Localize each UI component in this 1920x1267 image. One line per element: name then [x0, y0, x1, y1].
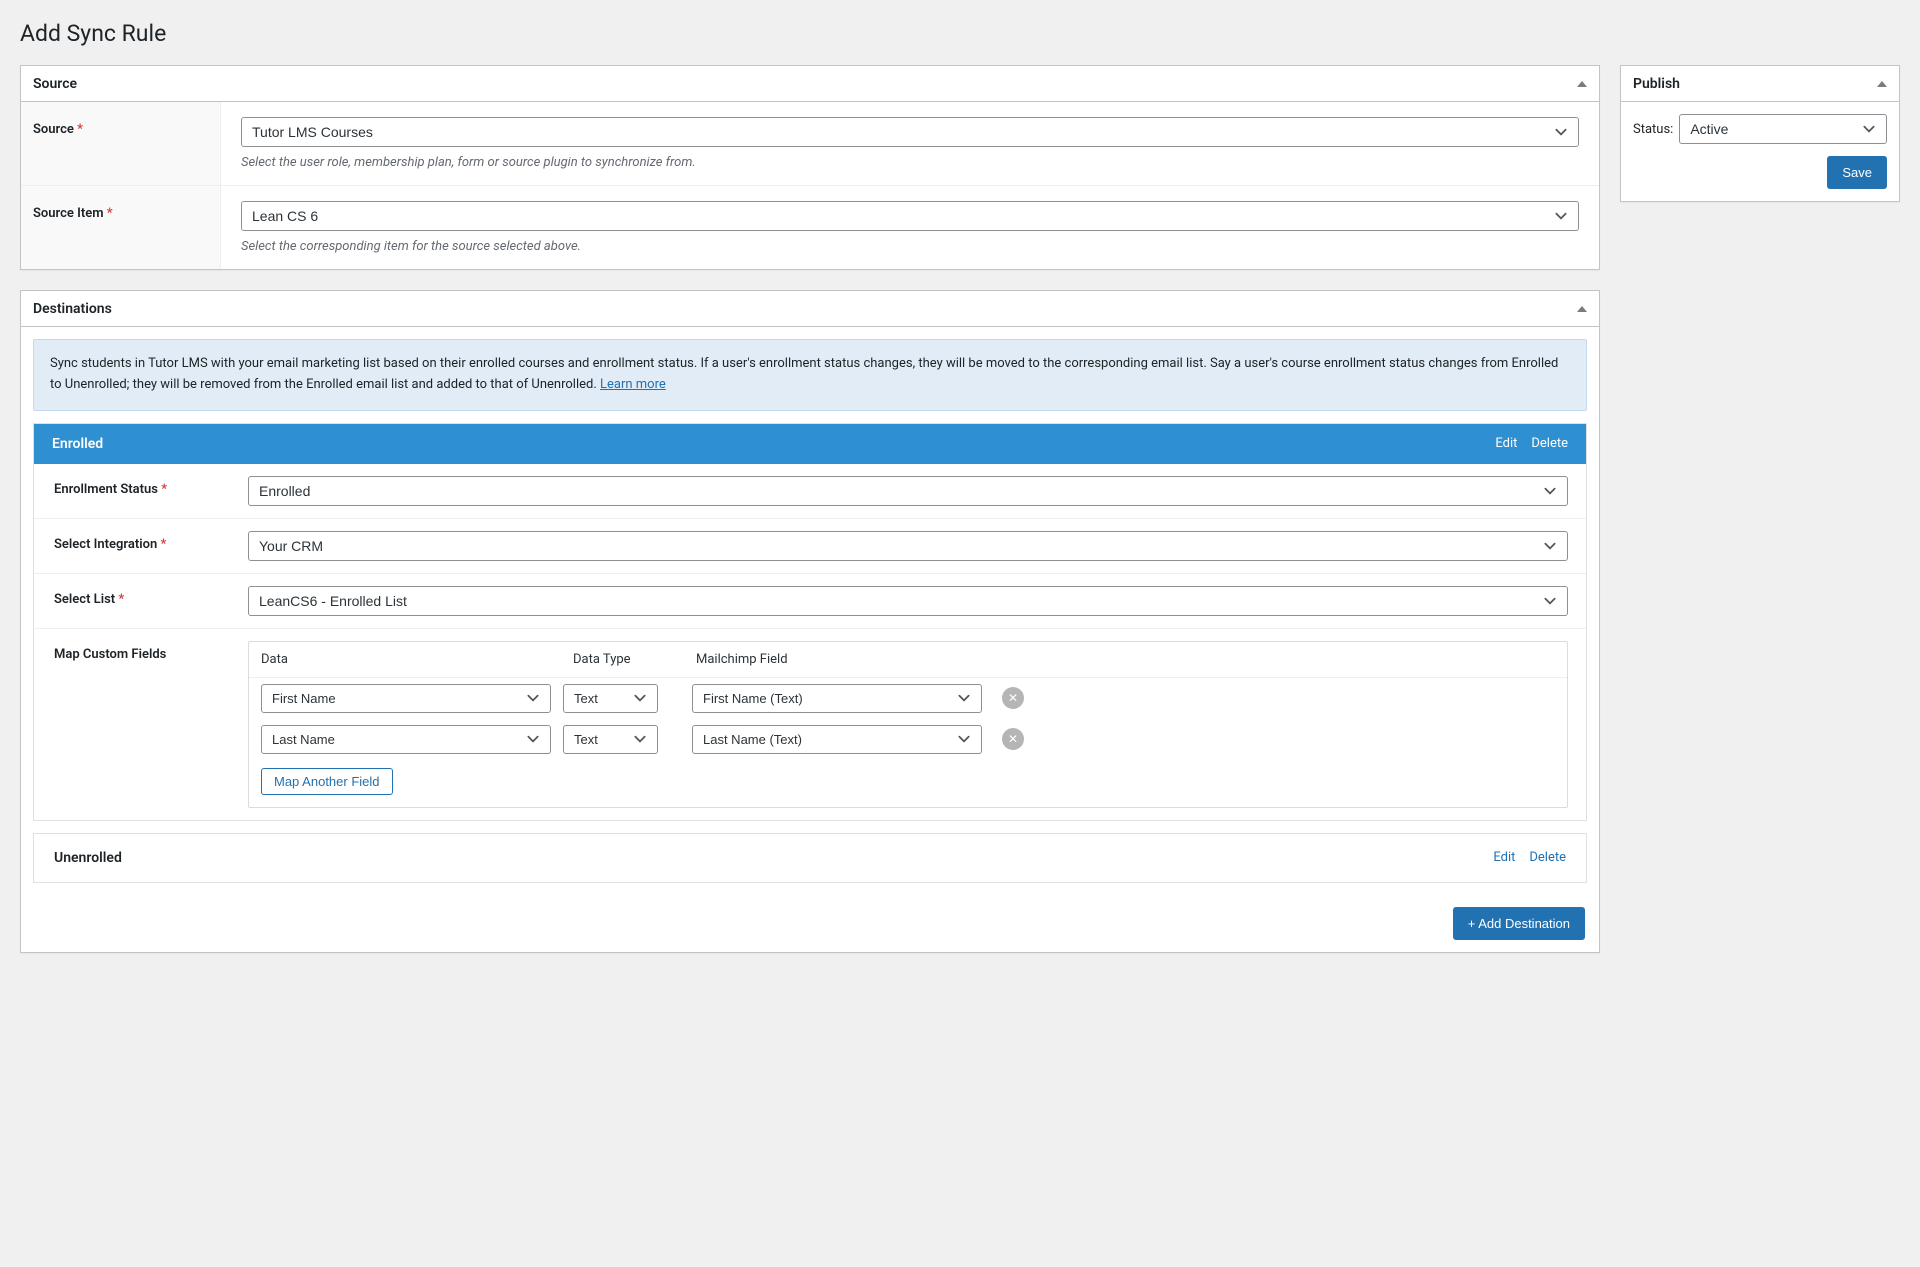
page-title: Add Sync Rule — [20, 20, 1900, 47]
required-icon: * — [161, 482, 167, 497]
destination-enrolled-header: Enrolled Edit Delete — [34, 424, 1586, 464]
destinations-panel-title: Destinations — [33, 301, 112, 317]
map-head-data: Data — [261, 652, 561, 667]
map-row: Last Name Text Last Name (Text) ✕ — [249, 719, 1567, 760]
map-head-type: Data Type — [573, 652, 668, 667]
source-item-select[interactable]: Lean CS 6 — [241, 201, 1579, 231]
source-panel: Source Source * Tutor LMS Courses Select… — [20, 65, 1600, 270]
map-type-select[interactable]: Text — [563, 684, 658, 713]
map-head-field: Mailchimp Field — [696, 652, 1555, 667]
map-row: First Name Text First Name (Text) ✕ — [249, 678, 1567, 719]
publish-panel-title: Publish — [1633, 76, 1680, 92]
learn-more-link[interactable]: Learn more — [600, 377, 666, 392]
status-label: Status: — [1633, 122, 1673, 137]
destination-title: Unenrolled — [54, 850, 122, 866]
collapse-icon[interactable] — [1877, 81, 1887, 87]
map-type-select[interactable]: Text — [563, 725, 658, 754]
remove-row-button[interactable]: ✕ — [1002, 728, 1024, 750]
list-label: Select List * — [34, 574, 244, 628]
source-label: Source * — [21, 102, 221, 185]
destination-unenrolled-header[interactable]: Unenrolled Edit Delete — [34, 834, 1586, 882]
source-help: Select the user role, membership plan, f… — [241, 155, 1579, 170]
map-data-select[interactable]: First Name — [261, 684, 551, 713]
destinations-panel: Destinations Sync students in Tutor LMS … — [20, 290, 1600, 953]
source-item-label: Source Item * — [21, 186, 221, 269]
destination-title: Enrolled — [52, 436, 103, 452]
remove-row-button[interactable]: ✕ — [1002, 687, 1024, 709]
save-button[interactable]: Save — [1827, 156, 1887, 189]
delete-link[interactable]: Delete — [1529, 850, 1566, 865]
close-icon: ✕ — [1008, 691, 1018, 705]
info-notice: Sync students in Tutor LMS with your ema… — [33, 339, 1587, 411]
collapse-icon[interactable] — [1577, 81, 1587, 87]
map-another-field-button[interactable]: Map Another Field — [261, 768, 393, 795]
add-destination-button[interactable]: + Add Destination — [1453, 907, 1585, 940]
enrollment-status-select[interactable]: Enrolled — [248, 476, 1568, 506]
destination-unenrolled: Unenrolled Edit Delete — [33, 833, 1587, 883]
source-panel-title: Source — [33, 76, 77, 92]
list-select[interactable]: LeanCS6 - Enrolled List — [248, 586, 1568, 616]
publish-panel: Publish Status: Active Save — [1620, 65, 1900, 202]
source-panel-header[interactable]: Source — [21, 66, 1599, 102]
map-data-select[interactable]: Last Name — [261, 725, 551, 754]
required-icon: * — [77, 122, 83, 137]
required-icon: * — [107, 206, 113, 221]
edit-link[interactable]: Edit — [1495, 436, 1517, 451]
integration-label: Select Integration * — [34, 519, 244, 573]
source-item-help: Select the corresponding item for the so… — [241, 239, 1579, 254]
required-icon: * — [118, 592, 124, 607]
map-field-select[interactable]: Last Name (Text) — [692, 725, 982, 754]
destination-enrolled: Enrolled Edit Delete Enrollment Status *… — [33, 423, 1587, 821]
enrollment-status-label: Enrollment Status * — [34, 464, 244, 518]
close-icon: ✕ — [1008, 732, 1018, 746]
source-select[interactable]: Tutor LMS Courses — [241, 117, 1579, 147]
required-icon: * — [160, 537, 166, 552]
map-fields-label: Map Custom Fields — [34, 629, 244, 820]
map-fields-table: Data Data Type Mailchimp Field First Nam… — [248, 641, 1568, 808]
collapse-icon[interactable] — [1577, 306, 1587, 312]
publish-panel-header[interactable]: Publish — [1621, 66, 1899, 102]
status-select[interactable]: Active — [1679, 114, 1887, 144]
map-field-select[interactable]: First Name (Text) — [692, 684, 982, 713]
delete-link[interactable]: Delete — [1531, 436, 1568, 451]
integration-select[interactable]: Your CRM — [248, 531, 1568, 561]
destinations-panel-header[interactable]: Destinations — [21, 291, 1599, 327]
edit-link[interactable]: Edit — [1493, 850, 1515, 865]
